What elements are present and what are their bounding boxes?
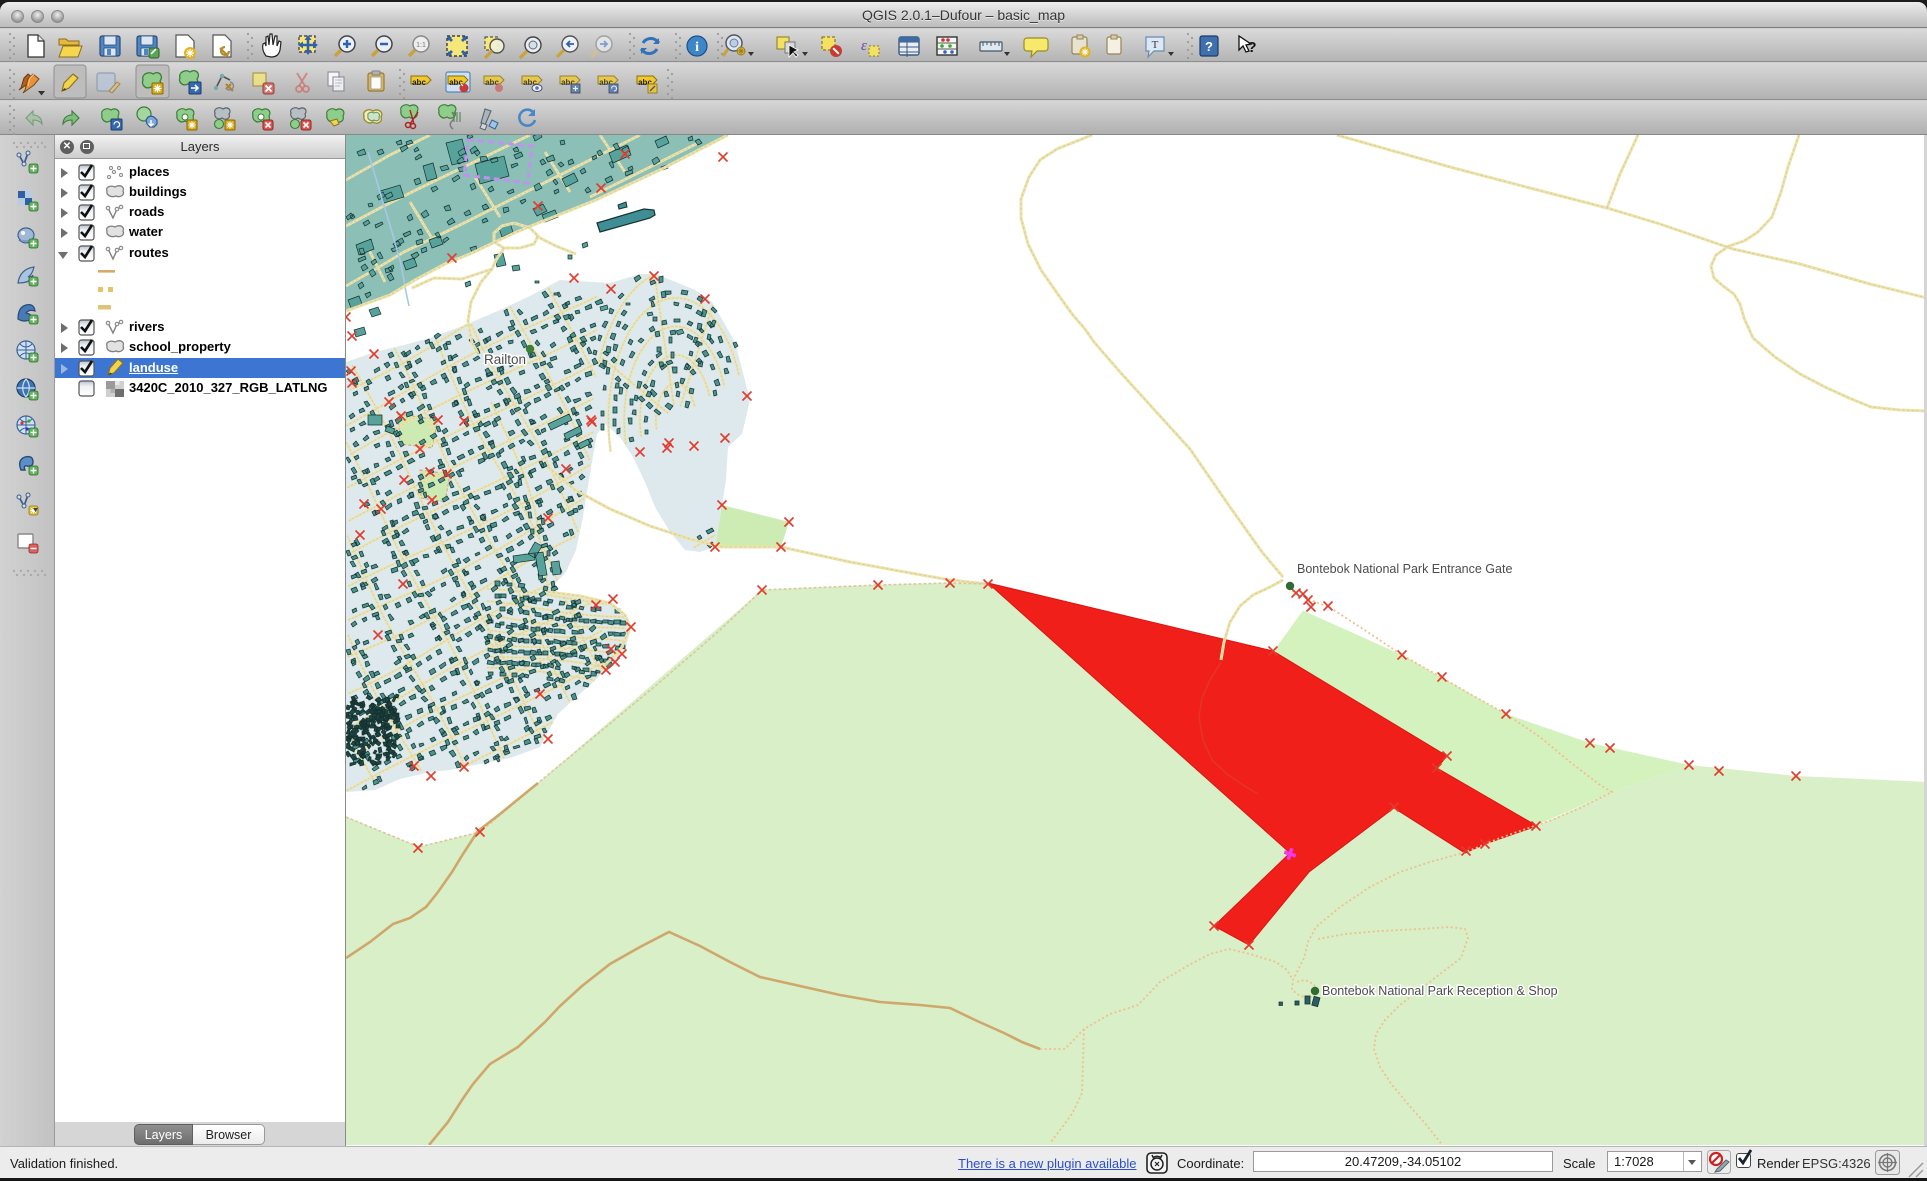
svg-text:?: ? xyxy=(1205,39,1213,54)
svg-text:?: ? xyxy=(1247,39,1256,56)
svg-text:T: T xyxy=(1152,39,1159,51)
svg-text:Bontebok National Park Recepti: Bontebok National Park Reception & Shop xyxy=(1322,984,1558,998)
svg-text:1:1: 1:1 xyxy=(416,42,426,49)
svg-text:abc: abc xyxy=(412,78,426,87)
svg-text:Railton: Railton xyxy=(484,352,526,367)
svg-text:i: i xyxy=(695,40,699,55)
svg-text:ε: ε xyxy=(861,38,867,54)
svg-text:Bontebok National Park Entranc: Bontebok National Park Entrance Gate xyxy=(1297,562,1512,576)
